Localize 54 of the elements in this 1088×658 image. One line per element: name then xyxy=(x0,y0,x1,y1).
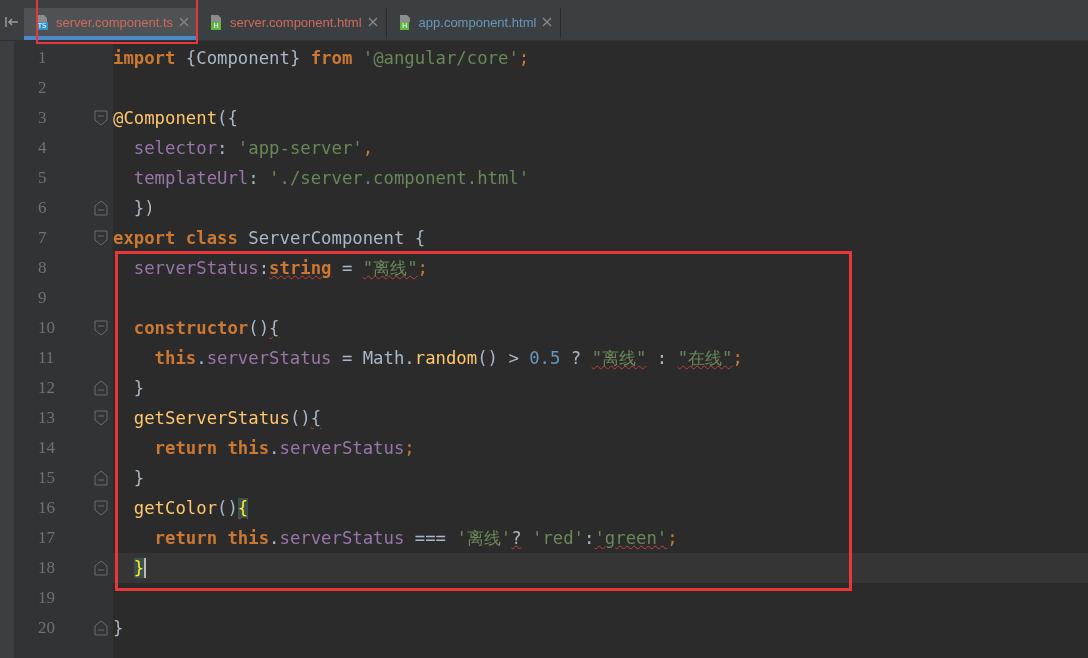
line-number: 5 xyxy=(37,168,48,188)
arrow-to-line-icon xyxy=(5,16,19,28)
code-line: serverStatus:string = "离线"; xyxy=(132,257,428,280)
line-number: 20 xyxy=(37,618,56,638)
fold-icon[interactable] xyxy=(93,500,108,516)
code-line: getServerStatus(){ xyxy=(132,408,322,428)
code-line: }) xyxy=(132,198,155,218)
code-line: } xyxy=(132,378,145,398)
tab-label: app.component.html xyxy=(418,14,537,30)
code-line: return this.serverStatus; xyxy=(153,438,415,458)
code-line: import {Component} from '@angular/core'; xyxy=(113,48,530,68)
close-icon[interactable] xyxy=(179,17,190,27)
line-number: 8 xyxy=(37,258,48,278)
line-number: 9 xyxy=(37,288,48,308)
line-number: 11 xyxy=(37,348,56,368)
fold-icon[interactable] xyxy=(93,410,108,426)
line-number: 14 xyxy=(37,438,56,458)
line-number: 17 xyxy=(37,528,56,548)
line-number: 1 xyxy=(37,48,48,68)
line-number: 16 xyxy=(37,498,56,518)
fold-icon[interactable] xyxy=(93,110,108,126)
line-number: 12 xyxy=(37,378,56,398)
code-line: constructor(){ xyxy=(132,318,280,338)
close-icon[interactable] xyxy=(542,17,553,27)
code-line: selector: 'app-server', xyxy=(132,138,374,158)
line-number: 6 xyxy=(37,198,48,218)
fold-icon[interactable] xyxy=(93,230,108,246)
code-line: return this.serverStatus === '离线'? 'red':'green'; xyxy=(153,527,678,550)
tab-label: server.component.html xyxy=(230,14,362,30)
line-number: 18 xyxy=(37,558,56,578)
code-line: this.serverStatus = Math.random() > 0.5 ? "离线" : "在线"; xyxy=(153,347,743,370)
code-line: } xyxy=(113,618,124,638)
line-number: 3 xyxy=(37,108,48,128)
code-line: export class ServerComponent { xyxy=(113,228,426,248)
fold-icon[interactable] xyxy=(93,380,108,396)
code-line: templateUrl: './server.component.html' xyxy=(132,168,530,188)
line-number: 2 xyxy=(37,78,48,98)
text-cursor xyxy=(144,558,147,578)
line-number: 10 xyxy=(37,318,56,338)
line-number: 4 xyxy=(37,138,48,158)
code-line: getColor(){ xyxy=(132,498,249,518)
fold-icon[interactable] xyxy=(93,620,108,636)
close-icon[interactable] xyxy=(367,17,378,27)
tab-label: server.component.ts xyxy=(56,14,174,30)
fold-icon[interactable] xyxy=(93,200,108,216)
code-line: @Component({ xyxy=(113,108,238,128)
line-number: 7 xyxy=(37,228,48,248)
line-number: 13 xyxy=(37,408,56,428)
fold-icon[interactable] xyxy=(93,470,108,486)
line-number: 19 xyxy=(37,588,56,608)
code-line: } xyxy=(132,468,145,488)
fold-icon[interactable] xyxy=(93,560,108,576)
line-number: 15 xyxy=(37,468,56,488)
fold-icon[interactable] xyxy=(93,320,108,336)
